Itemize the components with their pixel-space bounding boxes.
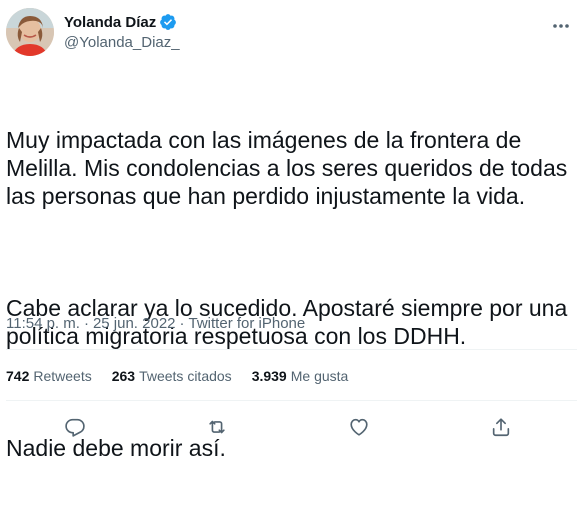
retweets-label: Retweets <box>33 368 92 384</box>
retweets-stat[interactable]: 742 Retweets <box>6 368 92 384</box>
tweet-paragraph: Muy impactada con las imágenes de la fro… <box>6 127 574 209</box>
like-icon[interactable] <box>348 416 370 438</box>
display-name-row: Yolanda Díaz <box>64 12 180 32</box>
tweet-meta: 11:54 p. m. · 25 jun. 2022 · Twitter for… <box>6 315 305 332</box>
divider <box>6 349 577 350</box>
meta-separator: · <box>179 315 185 332</box>
user-handle[interactable]: @Yolanda_Diaz_ <box>64 34 180 51</box>
display-name[interactable]: Yolanda Díaz <box>64 14 156 31</box>
quotes-label: Tweets citados <box>139 368 232 384</box>
divider <box>6 400 577 401</box>
tweet-date[interactable]: 25 jun. 2022 <box>93 315 176 332</box>
likes-count: 3.939 <box>251 368 287 384</box>
share-icon[interactable] <box>490 416 512 438</box>
tweet-time[interactable]: 11:54 p. m. <box>6 315 80 332</box>
tweet: Yolanda Díaz @Yolanda_Diaz_ Muy impactad… <box>0 0 583 461</box>
tweet-text: Muy impactada con las imágenes de la fro… <box>6 70 571 518</box>
retweets-count: 742 <box>6 368 30 384</box>
retweet-icon[interactable] <box>206 416 228 438</box>
avatar-image <box>6 8 54 56</box>
avatar[interactable] <box>6 8 54 56</box>
more-icon[interactable] <box>551 16 571 36</box>
likes-stat[interactable]: 3.939 Me gusta <box>252 368 349 384</box>
tweet-header: Yolanda Díaz @Yolanda_Diaz_ <box>6 8 577 56</box>
reply-icon[interactable] <box>64 416 86 438</box>
likes-label: Me gusta <box>290 368 349 384</box>
name-block: Yolanda Díaz @Yolanda_Diaz_ <box>64 12 180 52</box>
meta-separator: · <box>83 315 89 332</box>
verified-badge-icon <box>159 13 177 31</box>
quotes-count: 263 <box>111 368 136 384</box>
tweet-actions <box>0 410 583 444</box>
tweet-source[interactable]: Twitter for iPhone <box>189 315 306 332</box>
tweet-stats: 742 Retweets 263 Tweets citados 3.939 Me… <box>6 368 368 384</box>
quotes-stat[interactable]: 263 Tweets citados <box>112 368 232 384</box>
